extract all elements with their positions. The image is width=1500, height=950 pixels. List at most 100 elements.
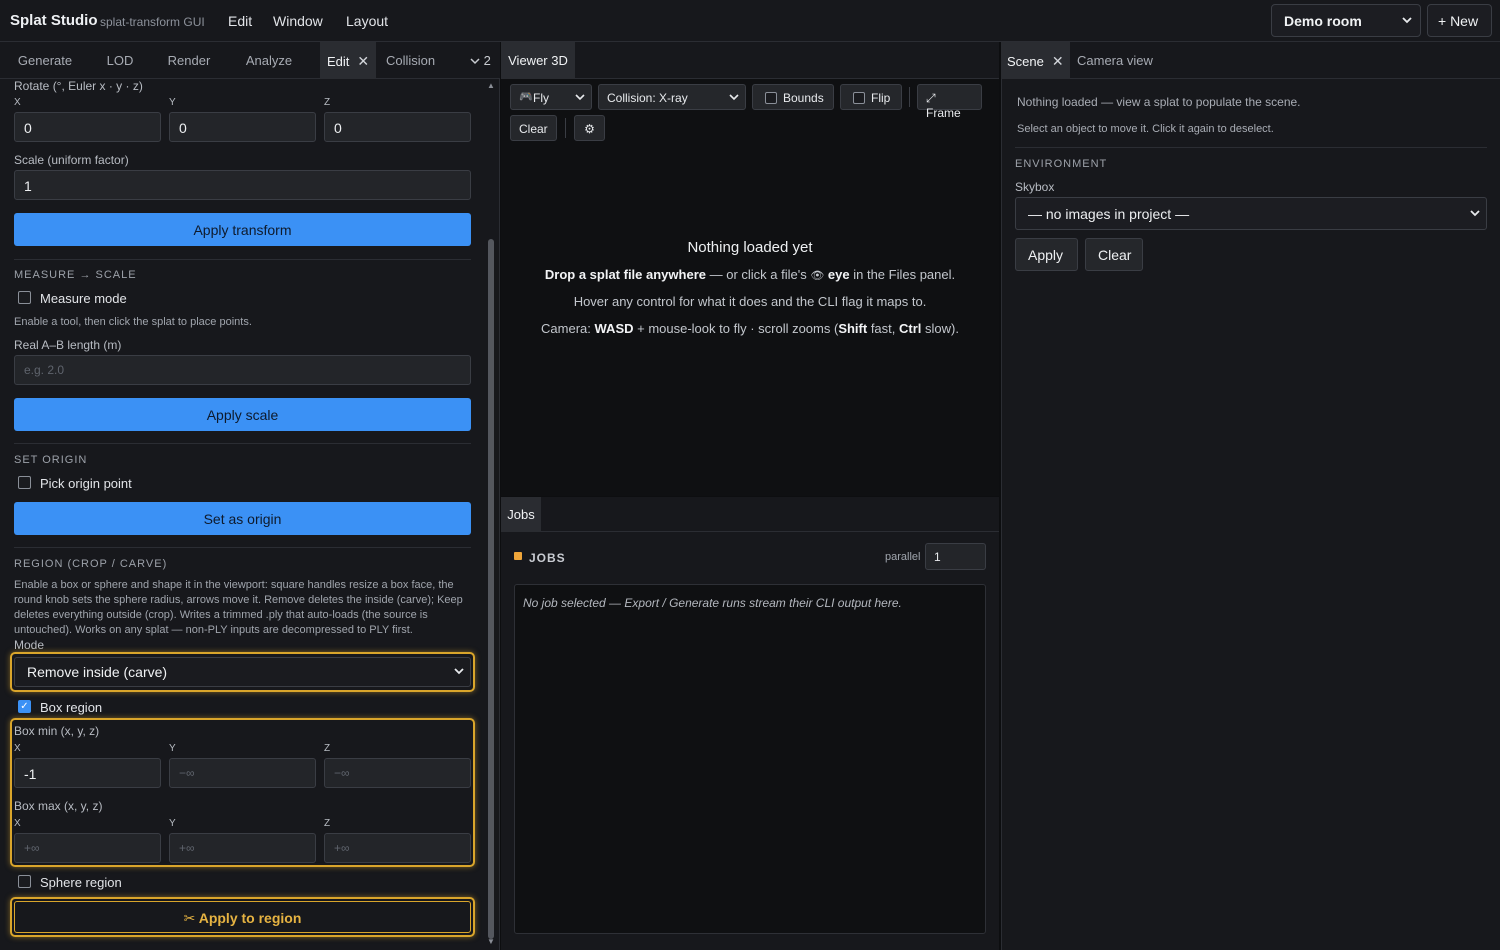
new-project-button[interactable]: + New [1427,4,1492,37]
sphere-region-label[interactable]: Sphere region [40,875,122,890]
flip-checkbox[interactable] [853,92,865,104]
collision-mode-select[interactable]: Collision: X-ray [598,84,746,110]
bounds-checkbox[interactable] [765,92,777,104]
apply-scale-button[interactable]: Apply scale [14,398,471,431]
tab-jobs[interactable]: Jobs [501,497,541,532]
tab-scene-label: Scene [1007,54,1044,69]
region-mode-value: Remove inside (carve) [27,664,168,680]
parallel-label: parallel [885,551,921,563]
collision-mode-value: Collision: X-ray [607,91,688,105]
skybox-apply-button[interactable]: Apply [1015,238,1078,271]
empty-state-title: Nothing loaded yet [687,239,813,256]
origin-section-title: SET ORIGIN [14,454,88,466]
box-max-x-input[interactable]: +∞ [14,833,161,863]
skybox-clear-button[interactable]: Clear [1085,238,1143,271]
camera-text: fast, [867,321,899,336]
region-mode-select[interactable]: Remove inside (carve) [14,657,471,687]
close-icon[interactable]: ✕ [1052,53,1064,70]
tab-edit[interactable]: Edit ✕ [320,42,376,79]
region-hint-line: deletes everything outside (crop). Write… [14,609,428,621]
sphere-region-checkbox[interactable] [18,875,31,888]
box-region-label[interactable]: Box region [40,700,102,715]
job-output-area[interactable]: No job selected — Export / Generate runs… [514,584,986,934]
scroll-up-icon[interactable]: ▲ [487,81,495,90]
box-min-z-input[interactable]: −∞ [324,758,471,788]
tab-collision[interactable]: Collision [386,42,446,79]
bounds-toggle[interactable]: Bounds [752,84,834,110]
tab-render[interactable]: Render [156,42,222,79]
tab-camera-view[interactable]: Camera view [1077,42,1167,79]
menu-edit[interactable]: Edit [228,13,252,29]
divider [14,443,471,444]
empty-state-line-1: Drop a splat file anywhere — or click a … [501,267,999,282]
rotate-x-input[interactable]: 0 [14,112,161,142]
project-select[interactable]: Demo room [1271,4,1421,37]
left-tab-bar: Generate LOD Render Analyze Edit ✕ Collis… [0,42,500,79]
length-input[interactable]: e.g. 2.0 [14,355,471,385]
fly-mode-select[interactable]: 🎮 Fly [510,84,592,110]
pick-origin-checkbox[interactable] [18,476,31,489]
scroll-down-icon[interactable]: ▼ [487,937,495,946]
jobs-panel: JOBS parallel 1 No job selected — Export… [501,532,999,950]
parallel-input[interactable]: 1 [925,543,986,570]
top-bar: Splat Studio splat-transform GUI Edit Wi… [0,0,1500,42]
axis-label-x: X [14,818,21,829]
tab-viewer-3d[interactable]: Viewer 3D [501,42,575,79]
apply-transform-button[interactable]: Apply transform [14,213,471,246]
measure-mode-checkbox[interactable] [18,291,31,304]
box-region-checkbox[interactable]: ✓ [18,700,31,713]
camera-text: slow). [921,321,959,336]
tab-analyze[interactable]: Analyze [234,42,304,79]
apply-to-region-button[interactable]: ✂ Apply to region [14,901,471,933]
skybox-select[interactable]: — no images in project — [1015,197,1487,230]
pick-origin-label[interactable]: Pick origin point [40,476,132,491]
region-hint-line: Enable a box or sphere and shape it in t… [14,579,454,591]
menu-window[interactable]: Window [273,13,323,29]
scene-panel: Nothing loaded — view a splat to populat… [1001,79,1500,950]
scale-input[interactable]: 1 [14,170,471,200]
tab-overflow[interactable]: 2 [470,42,498,79]
tab-generate[interactable]: Generate [6,42,84,79]
skybox-label: Skybox [1015,180,1055,194]
gear-icon[interactable]: ⚙ [574,115,605,141]
tab-scene[interactable]: Scene ✕ [1001,42,1070,79]
box-max-y-input[interactable]: +∞ [169,833,316,863]
jobs-status-icon [514,552,522,560]
close-icon[interactable]: ✕ [357,53,369,70]
menu-layout[interactable]: Layout [346,13,388,29]
left-panel-scrollbar[interactable]: ▲ ▼ [487,79,495,950]
axis-label-y: Y [169,818,176,829]
rotate-y-input[interactable]: 0 [169,112,316,142]
rotate-z-input[interactable]: 0 [324,112,471,142]
box-min-y-input[interactable]: −∞ [169,758,316,788]
viewer-tab-bar: Viewer 3D [501,42,999,79]
apply-to-region-label: Apply to region [198,910,302,926]
box-min-x-input[interactable]: -1 [14,758,161,788]
frame-button[interactable]: ⤢ Frame [917,84,982,120]
axis-label-y: Y [169,97,176,108]
app-name: Splat Studio [10,12,98,29]
empty-state-line-3: Camera: WASD + mouse-look to fly · scrol… [501,321,999,336]
clear-button[interactable]: Clear [510,115,557,141]
region-hint-line: untouched). Works on any splat — non-PLY… [14,624,413,636]
axis-label-x: X [14,743,21,754]
length-label: Real A–B length (m) [14,338,122,352]
drop-hint-bold: Drop a splat file anywhere [544,267,706,282]
scroll-thumb[interactable] [488,239,494,939]
app-subtitle: splat-transform GUI [100,15,205,29]
files-panel-text: in the Files panel. [849,267,956,282]
scale-label: Scale (uniform factor) [14,153,129,167]
tab-lod[interactable]: LOD [96,42,144,79]
environment-section-title: ENVIRONMENT [1015,158,1108,170]
viewer-3d[interactable]: 🎮 Fly Collision: X-ray Bounds Flip ⤢ Fra… [501,79,999,496]
drop-hint-text: — or click a file's [705,267,811,282]
axis-label-z: Z [324,97,331,108]
measure-mode-label[interactable]: Measure mode [40,291,127,306]
jobs-title: JOBS [529,551,566,565]
box-max-z-input[interactable]: +∞ [324,833,471,863]
project-select-value: Demo room [1284,13,1362,29]
flip-toggle[interactable]: Flip [840,84,902,110]
box-min-label: Box min (x, y, z) [14,724,100,738]
set-origin-button[interactable]: Set as origin [14,502,471,535]
flip-label: Flip [871,91,891,105]
